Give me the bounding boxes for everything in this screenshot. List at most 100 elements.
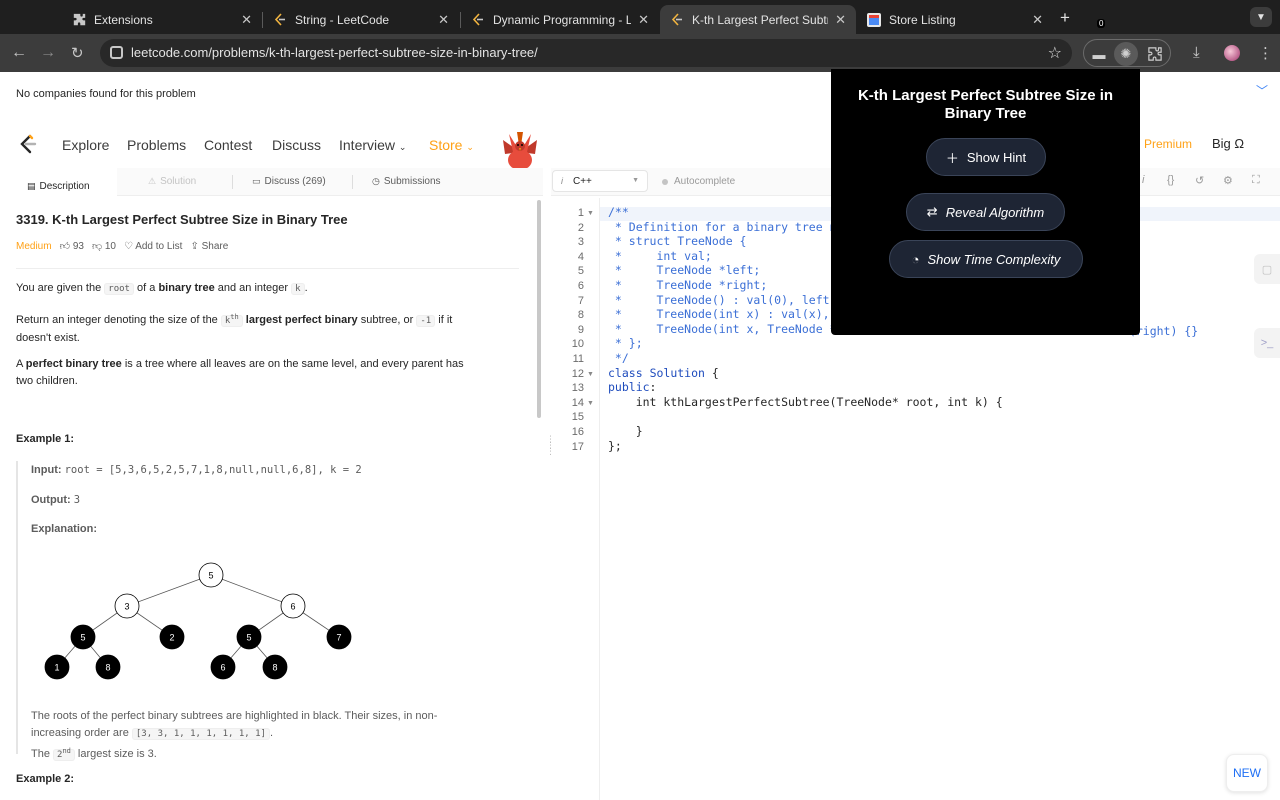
tab-title: Dynamic Programming - Leet <box>493 12 631 27</box>
reveal-algorithm-label: Reveal Algorithm <box>945 204 1045 220</box>
tab-solution[interactable]: ⚠ Solution <box>148 176 196 187</box>
nav-discuss[interactable]: Discuss <box>272 137 321 153</box>
share-label: Share <box>201 240 229 252</box>
leetcode-icon <box>670 13 684 27</box>
console-side-button[interactable]: >_ <box>1254 328 1280 358</box>
leetcode-logo[interactable] <box>18 134 38 154</box>
text: A <box>16 358 26 370</box>
tree-node-label: 2 <box>169 633 174 643</box>
reload-icon[interactable]: ↻ <box>71 44 84 62</box>
line-number: 5 <box>577 265 584 278</box>
autocomplete-label: Autocomplete <box>674 176 736 187</box>
tree-node-label: 3 <box>124 602 129 612</box>
thumbs-up-icon: 👍︎ <box>59 241 71 252</box>
puzzle-icon[interactable] <box>1146 45 1164 63</box>
ai-extension-icon[interactable]: ✺ <box>1114 42 1138 66</box>
close-tab-icon[interactable]: ✕ <box>835 12 846 28</box>
close-tab-icon[interactable]: ✕ <box>438 12 449 28</box>
address-bar[interactable]: leetcode.com/problems/k-th-largest-perfe… <box>100 39 1072 67</box>
new-tab-button[interactable]: + <box>1060 8 1070 28</box>
text: of a <box>133 282 159 294</box>
profile-avatar[interactable] <box>1224 45 1240 61</box>
fullscreen-icon[interactable]: ⛶ <box>1252 174 1260 187</box>
close-tab-icon[interactable]: ✕ <box>241 12 252 28</box>
line-number: 6 <box>577 280 584 292</box>
add-to-list-label: Add to List <box>135 240 183 252</box>
autocomplete-toggle[interactable]: Autocomplete <box>662 176 735 187</box>
tab-title: Store Listing <box>889 12 956 27</box>
tab-string-leetcode[interactable]: String - LeetCode ✕ <box>263 5 459 34</box>
line-number: 16 <box>571 426 584 438</box>
folder-extension-icon[interactable]: ▬ <box>1090 45 1108 63</box>
fold-toggle-icon[interactable]: ▼ <box>587 371 594 378</box>
nav-contest[interactable]: Contest <box>204 137 252 153</box>
code-line: * }; <box>608 336 643 351</box>
share-button[interactable]: ⇪ Share <box>190 241 228 252</box>
chevron-down-icon[interactable]: ﹀ <box>1256 82 1268 99</box>
tab-store-listing[interactable]: Store Listing ✕ <box>857 5 1053 34</box>
line-number: 14 <box>571 396 584 409</box>
notes-side-button[interactable]: ▢ <box>1254 254 1280 284</box>
like-button[interactable]: 👍︎ 93 <box>60 240 84 252</box>
tree-node-label: 1 <box>54 663 59 673</box>
fold-toggle-icon[interactable]: ▼ <box>587 210 594 217</box>
reset-icon[interactable]: ↺ <box>1195 174 1204 187</box>
tab-submissions[interactable]: ◷ Submissions <box>372 176 441 187</box>
clock-icon: ◷ <box>372 176 380 186</box>
big-o-link[interactable]: Big Ω <box>1212 136 1244 151</box>
new-feature-button[interactable]: NEW <box>1226 754 1268 792</box>
braces-icon[interactable]: {} <box>1167 174 1174 186</box>
code-line: } <box>608 424 643 438</box>
tree-node-label: 6 <box>290 602 295 612</box>
tab-search-chevron-icon[interactable]: ▼ <box>1250 7 1272 27</box>
tab-discuss[interactable]: ▭ Discuss (269) <box>252 176 326 187</box>
leetcode-icon <box>471 13 485 27</box>
code-line: * Definition for a binary tree no <box>608 219 844 234</box>
tab-extensions[interactable]: Extensions ✕ <box>62 5 262 34</box>
inline-code: [3, 3, 1, 1, 1, 1, 1, 1] <box>131 728 270 740</box>
tree-node-label: 8 <box>105 663 110 673</box>
nav-interview[interactable]: Interview ⌄ <box>339 137 406 153</box>
nav-problems[interactable]: Problems <box>127 137 186 153</box>
back-arrow-icon[interactable]: ← <box>11 44 27 62</box>
site-settings-icon[interactable] <box>110 46 123 59</box>
reveal-algorithm-button[interactable]: ⇄ Reveal Algorithm <box>906 193 1065 231</box>
close-tab-icon[interactable]: ✕ <box>1032 12 1043 28</box>
dislike-button[interactable]: 👎︎ 10 <box>92 240 116 252</box>
tab-description[interactable]: ▤ Description <box>0 168 117 196</box>
tab-dynamic-programming[interactable]: Dynamic Programming - Leet ✕ <box>461 5 659 34</box>
document-icon: ▤ <box>27 180 36 191</box>
show-hint-button[interactable]: ＋ Show Hint <box>926 138 1046 176</box>
tab-title: String - LeetCode <box>295 12 390 27</box>
language-select-value: C++ <box>573 176 592 187</box>
language-select[interactable]: i C++ ▼ <box>552 170 648 192</box>
difficulty-badge: Medium <box>16 240 52 252</box>
nav-explore[interactable]: Explore <box>62 137 109 153</box>
chevron-down-icon: ⌄ <box>398 142 407 152</box>
bookmark-star-icon[interactable]: ☆ <box>1048 43 1062 63</box>
leetcode-icon <box>273 13 287 27</box>
line-number: 1 <box>577 207 584 219</box>
line-number: 12 <box>571 367 584 380</box>
tree-node-label: 6 <box>220 663 225 673</box>
problem-title: 3319. K-th Largest Perfect Subtree Size … <box>16 212 348 227</box>
download-icon[interactable]: ⤓ <box>1193 44 1200 61</box>
show-hint-label: Show Hint <box>966 149 1027 165</box>
tab-k-th-largest-active[interactable]: K-th Largest Perfect Subtree ✕ <box>660 5 856 34</box>
settings-gear-icon[interactable]: ⚙ <box>1223 174 1233 187</box>
code-line: * TreeNode *left; <box>608 263 761 278</box>
info-icon[interactable]: i <box>1142 174 1144 186</box>
line-number: 8 <box>577 309 584 322</box>
description-scrollbar[interactable] <box>537 200 541 418</box>
fold-toggle-icon[interactable]: ▼ <box>587 400 594 407</box>
code-line: * struct TreeNode { <box>608 234 747 249</box>
tree-node-label: 5 <box>208 571 213 581</box>
tree-edge <box>210 574 294 607</box>
more-menu-icon[interactable]: ⋮ <box>1258 44 1273 62</box>
forward-arrow-icon[interactable]: → <box>40 44 56 62</box>
premium-link[interactable]: Premium <box>1144 137 1192 151</box>
close-tab-icon[interactable]: ✕ <box>638 12 649 28</box>
show-time-complexity-button[interactable]: ◔ Show Time Complexity <box>889 240 1083 278</box>
add-to-list-button[interactable]: ♡ Add to List <box>124 241 182 252</box>
nav-store[interactable]: Store ⌄ <box>429 137 474 153</box>
